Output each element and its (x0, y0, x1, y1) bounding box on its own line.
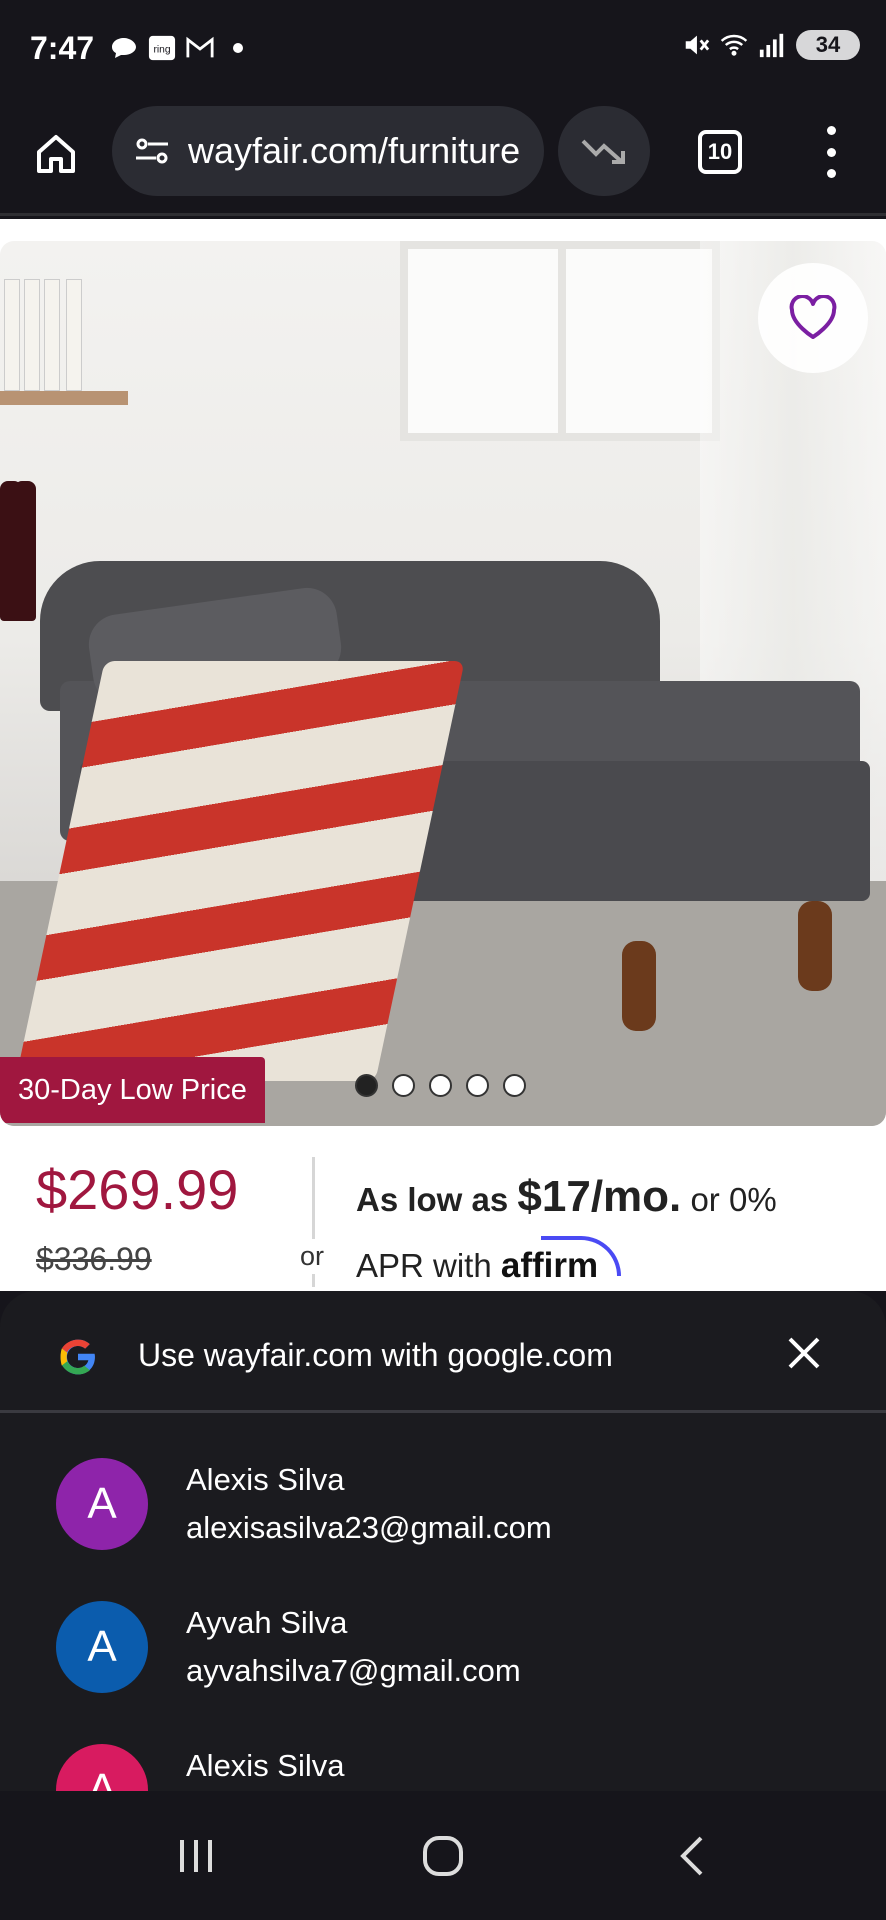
original-price: $336.99 (36, 1241, 152, 1277)
chaise-leg (622, 941, 656, 1031)
product-page: 30-Day Low Price $269.99 $336.99 or As l… (0, 219, 886, 1291)
google-sign-in-sheet: Use wayfair.com with google.com A Alexis… (0, 1291, 886, 1791)
price-tracking-button[interactable] (558, 106, 650, 196)
gmail-icon (186, 34, 214, 62)
or-label: or (300, 1239, 325, 1274)
financing-line2: APR with (356, 1247, 492, 1284)
account-email: alexisasilva23@gmail.com (186, 1510, 552, 1545)
heart-icon (789, 295, 837, 339)
signal-icon (758, 31, 786, 59)
mute-icon (682, 31, 710, 59)
home-nav-button[interactable] (408, 1821, 478, 1891)
status-bar: 7:47 ring 34 (0, 0, 886, 100)
url-text: wayfair.com/furniture (188, 130, 521, 171)
tab-switcher-button[interactable]: 10 (698, 130, 742, 174)
chat-bubble-icon (110, 34, 138, 62)
status-time: 7:47 (30, 30, 95, 66)
carousel-dot-2[interactable] (392, 1074, 415, 1097)
browser-toolbar: wayfair.com/furniture 10 (0, 100, 886, 216)
system-icons: 34 (682, 30, 860, 60)
sheet-header: Use wayfair.com with google.com (0, 1291, 886, 1413)
back-button[interactable] (658, 1821, 728, 1891)
wifi-icon (720, 31, 748, 59)
close-button[interactable] (782, 1331, 826, 1375)
book-decor (66, 279, 82, 391)
carousel-dot-4[interactable] (466, 1074, 489, 1097)
affirm-arc-icon (540, 1236, 621, 1276)
svg-text:ring: ring (153, 45, 170, 56)
recent-apps-icon (180, 1840, 212, 1872)
window-decor (400, 241, 720, 441)
menu-dot-icon (826, 126, 836, 135)
back-chevron-icon (680, 1836, 703, 1876)
google-logo-icon (60, 1339, 96, 1375)
account-email: ayvahsilva7@gmail.com (186, 1653, 521, 1688)
carousel-dot-5[interactable] (503, 1074, 526, 1097)
carousel-dot-1[interactable] (355, 1074, 378, 1097)
carousel-indicator[interactable] (355, 1074, 526, 1097)
affirm-logo: affirm (501, 1236, 621, 1285)
account-row[interactable]: A Alexis Silva (0, 1744, 886, 1791)
account-row[interactable]: A Alexis Silva alexisasilva23@gmail.com (0, 1458, 886, 1588)
system-navigation-bar (0, 1791, 886, 1920)
book-decor (4, 279, 20, 391)
account-row[interactable]: A Ayvah Silva ayvahsilva7@gmail.com (0, 1601, 886, 1731)
book-decor (44, 279, 60, 391)
chaise-leg (798, 901, 832, 991)
close-icon (788, 1337, 820, 1369)
more-menu-button[interactable] (816, 126, 846, 178)
financing-info[interactable]: As low as $17/mo. or 0% APR with affirm (356, 1161, 876, 1291)
shelf-decor (0, 391, 128, 405)
home-button[interactable] (30, 128, 82, 180)
home-icon (37, 135, 75, 173)
recent-apps-button[interactable] (161, 1821, 231, 1891)
account-name: Ayvah Silva (186, 1605, 348, 1640)
notification-icons: ring (110, 34, 252, 62)
home-circle-icon (423, 1836, 463, 1876)
site-settings-icon[interactable] (132, 131, 172, 171)
product-image[interactable]: 30-Day Low Price (0, 241, 886, 1126)
menu-dot-icon (826, 147, 836, 157)
book-decor (24, 279, 40, 391)
url-bar[interactable]: wayfair.com/furniture (112, 106, 544, 196)
financing-prefix: As low as (356, 1181, 509, 1218)
ring-icon: ring (148, 34, 176, 62)
sale-price: $269.99 (36, 1158, 239, 1221)
financing-amount: $17/mo. (517, 1172, 682, 1221)
financing-suffix: or 0% (690, 1181, 777, 1218)
menu-dot-icon (826, 169, 836, 178)
trend-down-icon (581, 139, 625, 164)
dot-icon (224, 34, 252, 62)
tab-count: 10 (707, 139, 733, 164)
battery-level: 34 (815, 32, 841, 57)
avatar: A (56, 1744, 148, 1791)
sheet-title: Use wayfair.com with google.com (138, 1337, 613, 1373)
avatar: A (56, 1458, 148, 1550)
avatar: A (56, 1601, 148, 1693)
carousel-dot-3[interactable] (429, 1074, 452, 1097)
low-price-badge: 30-Day Low Price (0, 1057, 265, 1123)
account-name: Alexis Silva (186, 1462, 345, 1497)
bottle-decor (14, 481, 36, 621)
account-name: Alexis Silva (186, 1748, 345, 1783)
battery-icon: 34 (796, 30, 860, 60)
favorite-button[interactable] (758, 263, 868, 373)
